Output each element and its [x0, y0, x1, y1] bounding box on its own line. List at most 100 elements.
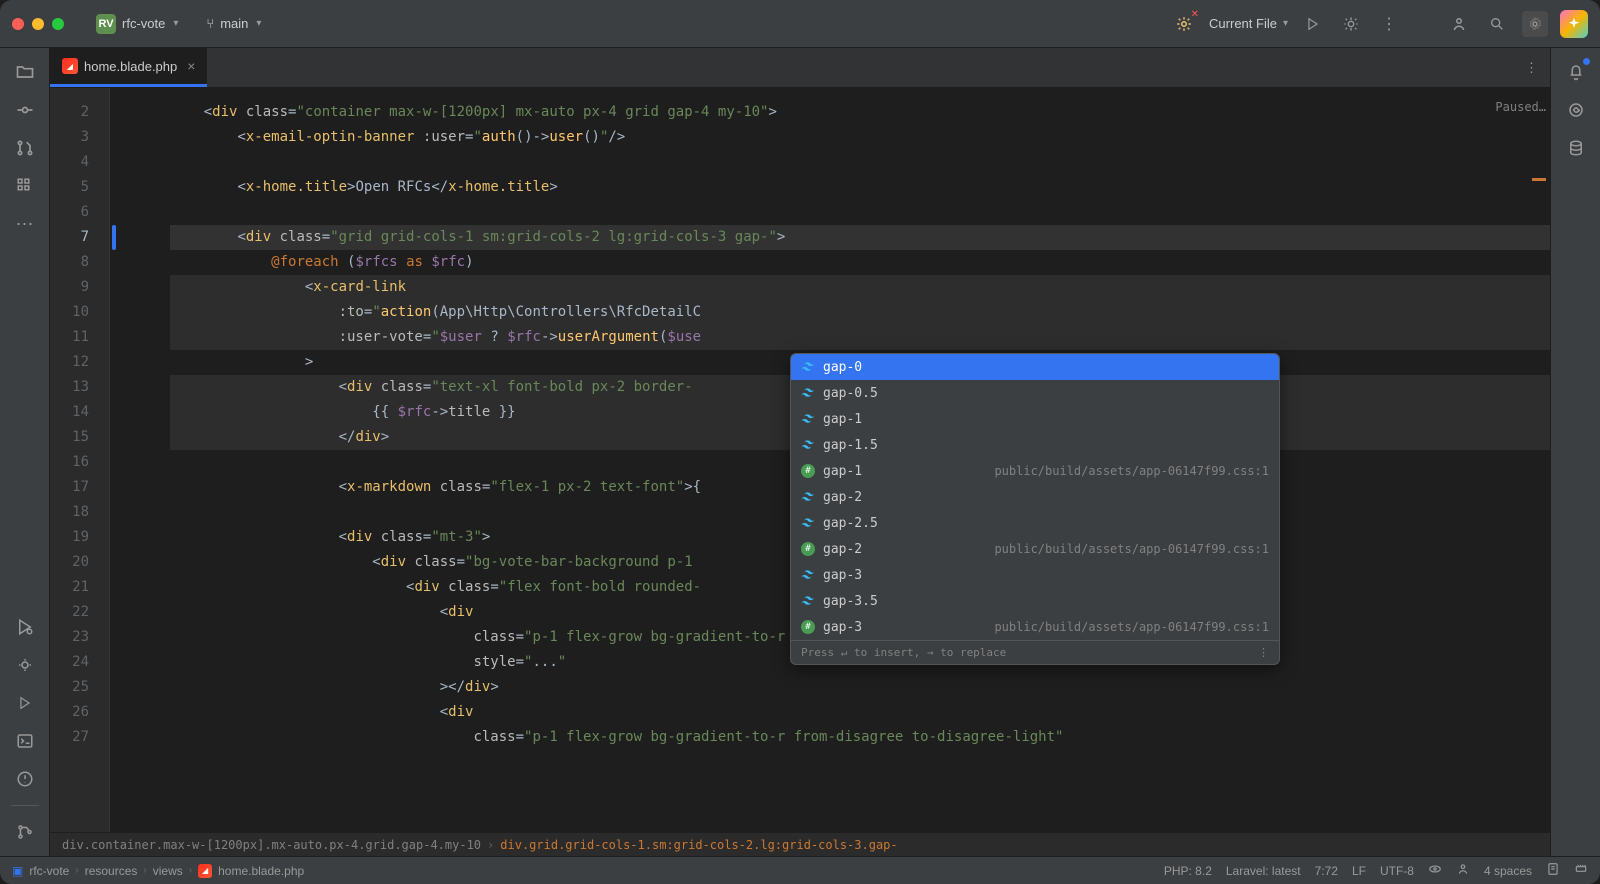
- autocomplete-label: gap-1: [823, 464, 986, 479]
- autocomplete-hint: public/build/assets/app-06147f99.css:1: [994, 542, 1269, 556]
- autocomplete-label: gap-0.5: [823, 386, 1269, 401]
- code-breadcrumb[interactable]: div.container.max-w-[1200px].mx-auto.px-…: [50, 832, 1550, 856]
- project-root-icon: ▣: [12, 864, 23, 878]
- autocomplete-footer: Press ↵ to insert, → to replace⋮: [791, 640, 1279, 664]
- css-selector-icon: #: [801, 542, 815, 556]
- run-button[interactable]: [1300, 11, 1326, 37]
- project-selector[interactable]: RV rfc-vote ▾: [88, 10, 186, 38]
- breadcrumb-path[interactable]: div.container.max-w-[1200px].mx-auto.px-…: [62, 838, 481, 852]
- autocomplete-label: gap-2: [823, 542, 986, 557]
- window-controls: [12, 18, 64, 30]
- autocomplete-popup[interactable]: gap-0 gap-0.5 gap-1 gap-1.5 # gap-1 public/bui…: [790, 353, 1280, 665]
- status-highlight-icon[interactable]: [1456, 862, 1470, 879]
- status-line-separator[interactable]: LF: [1352, 864, 1366, 878]
- status-file-icon[interactable]: [1546, 862, 1560, 879]
- autocomplete-label: gap-2: [823, 490, 1269, 505]
- left-toolbar: ⋯: [0, 48, 50, 856]
- debug-button[interactable]: [1338, 11, 1364, 37]
- project-tool-icon[interactable]: [9, 56, 41, 88]
- settings-icon[interactable]: [1522, 11, 1548, 37]
- inspection-status: Paused…: [1495, 100, 1546, 114]
- blade-file-icon: ◢: [198, 864, 212, 878]
- chevron-down-icon: ▾: [256, 18, 261, 29]
- more-tools-icon[interactable]: ⋯: [9, 208, 41, 240]
- status-caret-position[interactable]: 7:72: [1315, 864, 1338, 878]
- autocomplete-item[interactable]: # gap-2 public/build/assets/app-06147f99.c…: [791, 536, 1279, 562]
- branch-icon: ⑂: [206, 16, 214, 31]
- notification-dot: [1583, 58, 1590, 65]
- terminal-tool-icon[interactable]: [9, 725, 41, 757]
- status-path-2[interactable]: home.blade.php: [218, 864, 304, 878]
- notifications-icon[interactable]: [1560, 56, 1592, 88]
- debug-icon[interactable]: ✕: [1171, 11, 1197, 37]
- autocomplete-label: gap-0: [823, 360, 1269, 375]
- blade-file-icon: ◢: [62, 58, 78, 74]
- autocomplete-item[interactable]: gap-3.5: [791, 588, 1279, 614]
- tailwind-icon: [801, 438, 815, 452]
- status-php[interactable]: PHP: 8.2: [1164, 864, 1212, 878]
- autocomplete-item[interactable]: gap-0.5: [791, 380, 1279, 406]
- more-actions-button[interactable]: ⋮: [1376, 11, 1402, 37]
- warning-stripe[interactable]: [1532, 178, 1546, 181]
- git-branch-selector[interactable]: ⑂ main ▾: [206, 16, 261, 31]
- autocomplete-label: gap-2.5: [823, 516, 1269, 531]
- structure-tool-icon[interactable]: [9, 170, 41, 202]
- tailwind-icon: [801, 412, 815, 426]
- debug-tool-icon[interactable]: [9, 649, 41, 681]
- autocomplete-item[interactable]: gap-1: [791, 406, 1279, 432]
- ai-assistant-icon[interactable]: [1560, 10, 1588, 38]
- autocomplete-item[interactable]: #gap-1public/build/assets/app-06147f99.c…: [791, 458, 1279, 484]
- autocomplete-label: gap-1: [823, 412, 1269, 427]
- ai-tool-icon[interactable]: [1560, 94, 1592, 126]
- autocomplete-hint: public/build/assets/app-06147f99.css:1: [994, 620, 1269, 634]
- autocomplete-item[interactable]: gap-1.5: [791, 432, 1279, 458]
- breadcrumb-current[interactable]: div.grid.grid-cols-1.sm:grid-cols-2.lg:g…: [500, 838, 897, 852]
- status-readonly-icon[interactable]: [1428, 862, 1442, 879]
- autocomplete-label: gap-1.5: [823, 438, 1269, 453]
- autocomplete-options-button[interactable]: ⋮: [1258, 646, 1269, 659]
- run-configuration[interactable]: Current File ▾: [1209, 16, 1288, 31]
- close-tab-button[interactable]: ×: [187, 58, 195, 74]
- autocomplete-item[interactable]: gap-3: [791, 562, 1279, 588]
- autocomplete-item[interactable]: gap-2.5: [791, 510, 1279, 536]
- editor-area: ◢ home.blade.php × ⋮ 2345678910111213141…: [50, 48, 1550, 856]
- right-toolbar: [1550, 48, 1600, 856]
- run-tool-icon[interactable]: [9, 687, 41, 719]
- status-memory-icon[interactable]: [1574, 862, 1588, 879]
- autocomplete-item[interactable]: gap-0: [791, 354, 1279, 380]
- search-icon[interactable]: [1484, 11, 1510, 37]
- git-tool-icon[interactable]: [9, 816, 41, 848]
- tailwind-icon: [801, 490, 815, 504]
- autocomplete-item[interactable]: #gap-3public/build/assets/app-06147f99.c…: [791, 614, 1279, 640]
- pull-requests-icon[interactable]: [9, 132, 41, 164]
- status-laravel[interactable]: Laravel: latest: [1226, 864, 1301, 878]
- tailwind-icon: [801, 568, 815, 582]
- database-tool-icon[interactable]: [1560, 132, 1592, 164]
- status-path-0[interactable]: resources: [85, 864, 138, 878]
- branch-name: main: [220, 16, 248, 31]
- editor-tabs: ◢ home.blade.php × ⋮: [50, 48, 1550, 88]
- tailwind-icon: [801, 594, 815, 608]
- problems-tool-icon[interactable]: [9, 763, 41, 795]
- minimize-window-button[interactable]: [32, 18, 44, 30]
- commit-tool-icon[interactable]: [9, 94, 41, 126]
- editor-body[interactable]: 2345678910111213141516171819202122232425…: [50, 88, 1550, 832]
- close-window-button[interactable]: [12, 18, 24, 30]
- tab-options-button[interactable]: ⋮: [1513, 48, 1550, 87]
- css-selector-icon: #: [801, 620, 815, 634]
- code-with-me-icon[interactable]: [1446, 11, 1472, 37]
- maximize-window-button[interactable]: [52, 18, 64, 30]
- status-encoding[interactable]: UTF-8: [1380, 864, 1414, 878]
- tailwind-icon: [801, 386, 815, 400]
- services-tool-icon[interactable]: [9, 611, 41, 643]
- css-selector-icon: #: [801, 464, 815, 478]
- tailwind-icon: [801, 360, 815, 374]
- editor-tab-active[interactable]: ◢ home.blade.php ×: [50, 48, 207, 87]
- status-project[interactable]: rfc-vote: [29, 864, 69, 878]
- autocomplete-item[interactable]: gap-2: [791, 484, 1279, 510]
- status-path-1[interactable]: views: [153, 864, 183, 878]
- chevron-down-icon: ▾: [173, 18, 178, 29]
- status-indent[interactable]: 4 spaces: [1484, 864, 1532, 878]
- navbar-breadcrumb[interactable]: ▣ rfc-vote › resources › views › ◢ home.…: [12, 864, 304, 878]
- autocomplete-label: gap-3: [823, 568, 1269, 583]
